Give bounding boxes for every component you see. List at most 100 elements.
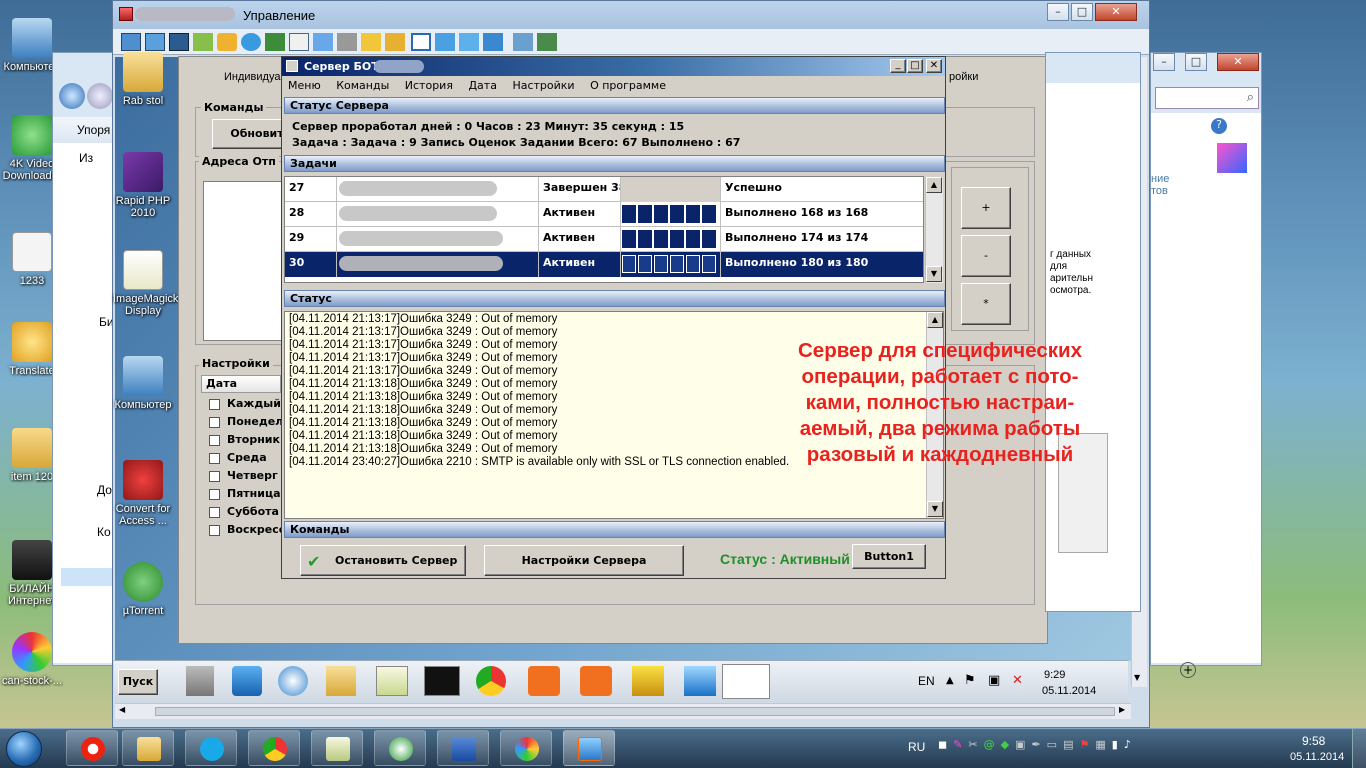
table-row[interactable]: 29 Активен Выполнено 174 из 174 (285, 227, 923, 252)
host-taskbar-paint[interactable] (500, 730, 552, 766)
tray-volume-icon[interactable]: ♪ (1124, 738, 1131, 758)
taskbar-app-bot-icon[interactable] (722, 664, 770, 699)
tool-icon-16[interactable] (483, 33, 503, 51)
server-minimize-button[interactable]: _ (890, 59, 906, 73)
tool-icon-6[interactable] (241, 33, 261, 51)
zoom-in-icon[interactable]: + (1180, 662, 1196, 678)
remote-start-button[interactable]: Пуск (118, 669, 158, 695)
tray-shield-icon[interactable]: ◆ (1001, 738, 1009, 758)
tray-signal-icon[interactable]: ▮ (1112, 738, 1118, 758)
remote-icon-imagemagick[interactable]: ImageMagick Display (113, 250, 178, 317)
scroll-up-icon[interactable]: ▲ (927, 312, 943, 328)
tray-window-icon[interactable]: ▤ (1063, 738, 1073, 758)
remote-close-button[interactable]: ✕ (1095, 3, 1137, 21)
server-maximize-button[interactable]: □ (907, 59, 923, 73)
tool-icon-10[interactable] (337, 33, 357, 51)
taskbar-app-chrome-icon[interactable] (476, 666, 506, 696)
tool-icon-settings[interactable] (537, 33, 557, 51)
host-taskbar-mail[interactable] (374, 730, 426, 766)
menu-item-settings[interactable]: Настройки (512, 79, 574, 92)
scroll-down-icon[interactable]: ▼ (1134, 673, 1140, 682)
nav-computer[interactable]: Ко (97, 525, 111, 539)
server-settings-button[interactable]: Настройки Сервера (484, 545, 684, 576)
tray-tool-icon[interactable]: ✂ (968, 738, 977, 758)
scroll-down-icon[interactable]: ▼ (926, 266, 942, 282)
tray-pen-icon[interactable]: ✎ (953, 738, 962, 758)
remote-icon-convert-access[interactable]: Convert for Access ... (113, 460, 173, 527)
tool-icon-2[interactable] (145, 33, 165, 51)
tool-icon-17[interactable] (513, 33, 533, 51)
remote-icon-utorrent[interactable]: µTorrent (113, 562, 173, 617)
remote-hscrollbar[interactable]: ◀ ▶ (115, 703, 1131, 719)
maximize-button[interactable]: □ (1185, 53, 1207, 71)
taskbar-app-cmd-icon[interactable] (424, 666, 460, 696)
menu-item-date[interactable]: Дата (468, 79, 496, 92)
addresses-list[interactable] (203, 181, 283, 341)
taskbar-app-server-icon[interactable] (186, 666, 214, 696)
plus-button[interactable]: + (961, 187, 1011, 229)
menu-item-about[interactable]: О программе (590, 79, 666, 92)
back-icon[interactable] (59, 83, 85, 109)
tool-icon-4[interactable] (193, 33, 213, 51)
tool-icon-8[interactable] (289, 33, 309, 51)
day-checkbox-2[interactable] (209, 435, 220, 446)
taskbar-app-powershell-icon[interactable] (232, 666, 262, 696)
scroll-left-icon[interactable]: ◀ (119, 705, 125, 714)
day-checkbox-7[interactable] (209, 525, 220, 536)
show-desktop-button[interactable] (1352, 729, 1366, 768)
host-taskbar-explorer[interactable] (122, 730, 174, 766)
button1[interactable]: Button1 (852, 544, 926, 569)
day-checkbox-4[interactable] (209, 471, 220, 482)
day-checkbox-5[interactable] (209, 489, 220, 500)
tool-icon-11[interactable] (361, 33, 381, 51)
day-checkbox-0[interactable] (209, 399, 220, 410)
organize-menu[interactable]: Упоря (53, 117, 115, 143)
day-checkbox-6[interactable] (209, 507, 220, 518)
host-taskbar-opera[interactable] (66, 730, 118, 766)
tray-net-icon[interactable]: ▦ (1095, 738, 1105, 758)
tray-flag-icon[interactable]: ⚑ (1079, 738, 1089, 758)
tray-expand-icon[interactable]: ▲ (946, 675, 954, 686)
close-button[interactable]: ✕ (1217, 53, 1259, 71)
taskbar-app-flash-icon[interactable] (684, 666, 716, 696)
hscroll-thumb[interactable] (155, 707, 1115, 716)
taskbar-app-notepadpp-icon[interactable] (376, 666, 408, 696)
tool-icon-14[interactable] (435, 33, 455, 51)
host-start-button[interactable] (6, 731, 42, 767)
remote-icon-rapid-php[interactable]: Rapid PHP 2010 (113, 152, 173, 219)
host-taskbar-remote[interactable] (563, 730, 615, 766)
table-row[interactable]: 27 Завершен 38 Успешно (285, 177, 923, 202)
day-checkbox-1[interactable] (209, 417, 220, 428)
help-icon[interactable]: ? (1211, 118, 1227, 134)
scroll-up-icon[interactable]: ▲ (926, 177, 942, 193)
tool-icon-7[interactable] (265, 33, 285, 51)
table-row-selected[interactable]: 30 Активен Выполнено 180 из 180 (285, 252, 923, 277)
menu-item-commands[interactable]: Команды (336, 79, 389, 92)
taskbar-app-xampp-icon[interactable] (528, 666, 560, 696)
server-close-button[interactable]: ✕ (926, 59, 942, 73)
tool-icon-15[interactable] (459, 33, 479, 51)
forward-icon[interactable] (87, 83, 113, 109)
remote-lang[interactable]: EN (918, 674, 935, 688)
nav-selected-drive[interactable] (61, 568, 115, 586)
tool-icon-12[interactable] (385, 33, 405, 51)
nav-favorites[interactable]: Из (79, 151, 93, 165)
host-taskbar-skype[interactable] (185, 730, 237, 766)
tray-device-icon[interactable]: ▣ (1015, 738, 1025, 758)
host-taskbar-chrome[interactable] (248, 730, 300, 766)
tray-mail-icon[interactable]: @ (984, 738, 995, 758)
network-icon[interactable]: ▣ (988, 673, 1000, 688)
minus-button[interactable]: - (961, 235, 1011, 277)
stop-server-button[interactable]: ✔ Остановить Сервер (300, 545, 466, 576)
flag-icon[interactable]: ⚑ (964, 673, 976, 688)
tool-icon-13[interactable] (411, 33, 431, 51)
tray-pen2-icon[interactable]: ✒ (1031, 738, 1040, 758)
tool-icon-3[interactable] (169, 33, 189, 51)
scroll-right-icon[interactable]: ▶ (1119, 705, 1125, 714)
volume-muted-icon[interactable]: ✕ (1012, 673, 1023, 688)
taskbar-app-7-icon[interactable] (632, 666, 664, 696)
taskbar-app-explorer-icon[interactable] (326, 666, 356, 696)
table-row[interactable]: 28 Активен Выполнено 168 из 168 (285, 202, 923, 227)
remote-icon-computer[interactable]: Компьютер (113, 356, 173, 411)
minimize-button[interactable]: – (1153, 53, 1175, 71)
